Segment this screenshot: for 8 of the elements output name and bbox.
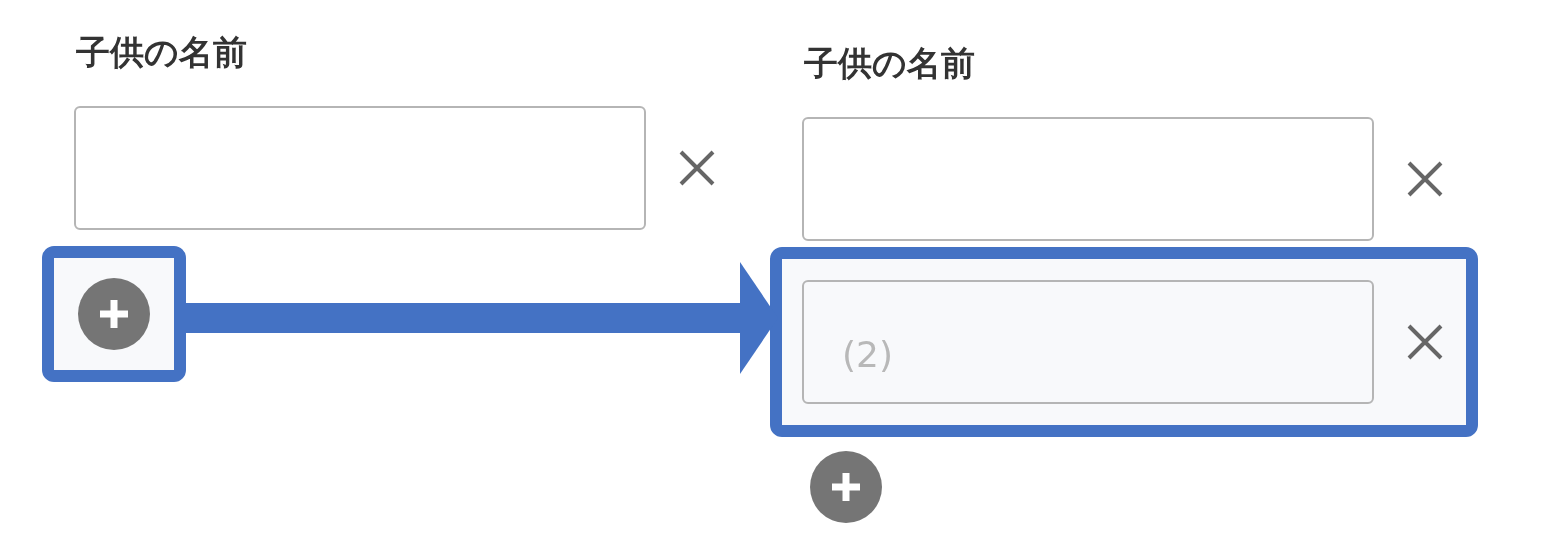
field-label: 子供の名前	[76, 31, 247, 74]
field-label: 子供の名前	[804, 42, 975, 85]
text-field[interactable]: (2)	[802, 280, 1374, 404]
close-icon[interactable]	[678, 149, 716, 187]
close-icon[interactable]	[1406, 160, 1444, 198]
close-icon[interactable]	[1406, 323, 1444, 361]
text-field[interactable]	[74, 106, 646, 230]
text-field[interactable]	[802, 117, 1374, 241]
